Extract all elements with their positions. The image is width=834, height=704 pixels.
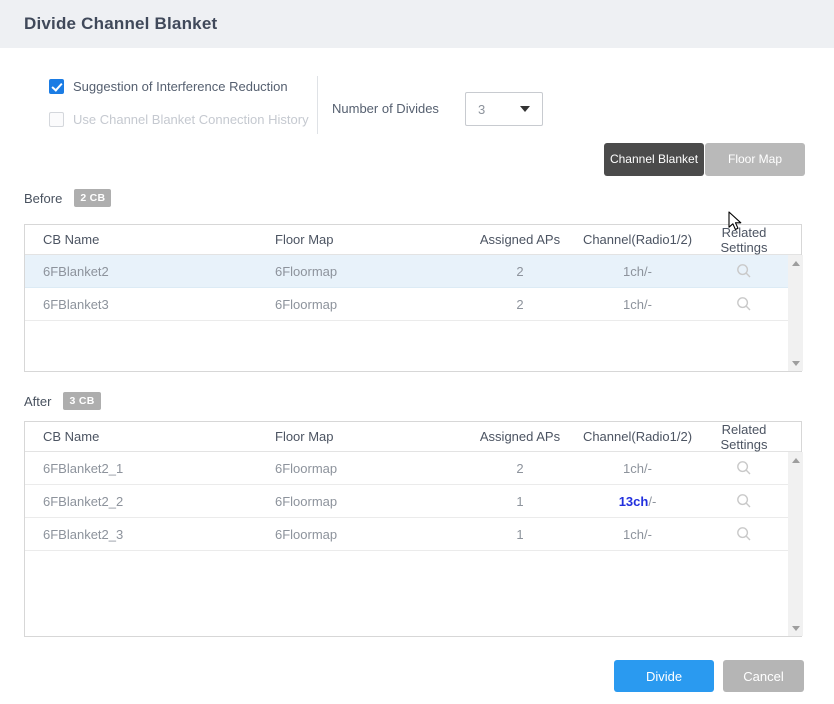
magnifier-icon[interactable]: [736, 263, 752, 279]
cb-name-cell: 6FBlanket3: [25, 297, 275, 312]
channel-suffix: /-: [644, 264, 652, 279]
scroll-up-button[interactable]: [788, 452, 803, 468]
column-header-floor-map: Floor Map: [275, 429, 465, 444]
channel-cell: 1ch/-: [575, 527, 700, 542]
channel-cell: 13ch/-: [575, 494, 700, 509]
column-header-channel: Channel(Radio1/2): [575, 429, 700, 444]
channel-cell: 1ch/-: [575, 297, 700, 312]
interference-reduction-label: Suggestion of Interference Reduction: [73, 79, 288, 94]
options-panel: Suggestion of Interference Reduction Use…: [49, 79, 309, 145]
after-label: After: [24, 394, 51, 409]
table-row[interactable]: 6FBlanket2_1 6Floormap 2 1ch/-: [25, 452, 788, 485]
floor-map-cell: 6Floormap: [275, 527, 465, 542]
magnifier-icon[interactable]: [736, 296, 752, 312]
before-table-scrollbar[interactable]: [788, 255, 803, 371]
before-section-header: Before 2 CB: [24, 189, 111, 207]
divide-button[interactable]: Divide: [614, 660, 714, 692]
cb-name-cell: 6FBlanket2_1: [25, 461, 275, 476]
channel-suffix: /-: [644, 527, 652, 542]
after-count-badge: 3 CB: [63, 392, 100, 410]
after-table-body: 6FBlanket2_1 6Floormap 2 1ch/- 6FBlanket…: [25, 452, 801, 636]
scroll-up-button[interactable]: [788, 255, 803, 271]
connection-history-checkbox[interactable]: Use Channel Blanket Connection History: [49, 112, 309, 127]
scroll-down-icon: [792, 626, 800, 631]
column-header-assigned-aps: Assigned APs: [465, 232, 575, 247]
scroll-down-icon: [792, 361, 800, 366]
channel-value: 1ch: [623, 527, 644, 542]
before-table-header: CB Name Floor Map Assigned APs Channel(R…: [25, 225, 801, 255]
connection-history-label: Use Channel Blanket Connection History: [73, 112, 309, 127]
related-settings-cell: [700, 493, 788, 510]
before-table-rows: 6FBlanket2 6Floormap 2 1ch/- 6FBlanket3 …: [25, 255, 788, 371]
column-header-cb-name: CB Name: [25, 429, 275, 444]
column-header-related-settings: Related Settings: [700, 225, 788, 255]
after-section-header: After 3 CB: [24, 392, 101, 410]
before-table-body: 6FBlanket2 6Floormap 2 1ch/- 6FBlanket3 …: [25, 255, 801, 371]
floor-map-cell: 6Floormap: [275, 461, 465, 476]
channel-suffix: /-: [644, 297, 652, 312]
divide-channel-blanket-dialog: Divide Channel Blanket Suggestion of Int…: [0, 0, 834, 704]
assigned-aps-cell: 2: [465, 264, 575, 279]
magnifier-icon[interactable]: [736, 493, 752, 509]
floor-map-cell: 6Floormap: [275, 297, 465, 312]
scroll-down-button[interactable]: [788, 355, 803, 371]
dialog-title: Divide Channel Blanket: [24, 14, 217, 34]
dialog-header: Divide Channel Blanket: [0, 0, 834, 48]
after-table-rows: 6FBlanket2_1 6Floormap 2 1ch/- 6FBlanket…: [25, 452, 788, 636]
checkbox-checked-icon: [49, 79, 64, 94]
related-settings-cell: [700, 460, 788, 477]
table-row[interactable]: 6FBlanket2_3 6Floormap 1 1ch/-: [25, 518, 788, 551]
channel-value: 1ch: [623, 264, 644, 279]
interference-reduction-checkbox[interactable]: Suggestion of Interference Reduction: [49, 79, 309, 94]
column-header-floor-map: Floor Map: [275, 232, 465, 247]
floor-map-cell: 6Floormap: [275, 494, 465, 509]
column-header-assigned-aps: Assigned APs: [465, 429, 575, 444]
scroll-down-button[interactable]: [788, 620, 803, 636]
channel-value: 1ch: [623, 297, 644, 312]
column-header-cb-name: CB Name: [25, 232, 275, 247]
assigned-aps-cell: 2: [465, 297, 575, 312]
number-of-divides-label: Number of Divides: [332, 101, 439, 116]
assigned-aps-cell: 1: [465, 494, 575, 509]
magnifier-icon[interactable]: [736, 460, 752, 476]
assigned-aps-cell: 1: [465, 527, 575, 542]
channel-value-highlighted: 13ch: [619, 494, 649, 509]
assigned-aps-cell: 2: [465, 461, 575, 476]
channel-suffix: /-: [648, 494, 656, 509]
number-of-divides-value: 3: [478, 102, 485, 117]
options-divider: [317, 76, 318, 134]
checkbox-unchecked-icon: [49, 112, 64, 127]
before-count-badge: 2 CB: [74, 189, 111, 207]
number-of-divides-select[interactable]: 3: [465, 92, 543, 126]
related-settings-cell: [700, 296, 788, 313]
cancel-button[interactable]: Cancel: [723, 660, 804, 692]
table-row[interactable]: 6FBlanket3 6Floormap 2 1ch/-: [25, 288, 788, 321]
before-table: CB Name Floor Map Assigned APs Channel(R…: [24, 224, 802, 372]
table-row[interactable]: 6FBlanket2_2 6Floormap 1 13ch/-: [25, 485, 788, 518]
after-table-header: CB Name Floor Map Assigned APs Channel(R…: [25, 422, 801, 452]
cb-name-cell: 6FBlanket2_2: [25, 494, 275, 509]
before-label: Before: [24, 191, 62, 206]
cb-name-cell: 6FBlanket2: [25, 264, 275, 279]
scroll-up-icon: [792, 458, 800, 463]
column-header-channel: Channel(Radio1/2): [575, 232, 700, 247]
table-row[interactable]: 6FBlanket2 6Floormap 2 1ch/-: [25, 255, 788, 288]
magnifier-icon[interactable]: [736, 526, 752, 542]
after-table: CB Name Floor Map Assigned APs Channel(R…: [24, 421, 802, 637]
related-settings-cell: [700, 263, 788, 280]
after-table-scrollbar[interactable]: [788, 452, 803, 636]
cb-name-cell: 6FBlanket2_3: [25, 527, 275, 542]
channel-suffix: /-: [644, 461, 652, 476]
channel-value: 1ch: [623, 461, 644, 476]
floor-map-cell: 6Floormap: [275, 264, 465, 279]
tab-channel-blanket[interactable]: Channel Blanket: [604, 143, 704, 176]
scroll-up-icon: [792, 261, 800, 266]
related-settings-cell: [700, 526, 788, 543]
tab-floor-map[interactable]: Floor Map: [705, 143, 805, 176]
caret-down-icon: [520, 106, 530, 112]
channel-cell: 1ch/-: [575, 461, 700, 476]
column-header-related-settings: Related Settings: [700, 422, 788, 452]
channel-cell: 1ch/-: [575, 264, 700, 279]
